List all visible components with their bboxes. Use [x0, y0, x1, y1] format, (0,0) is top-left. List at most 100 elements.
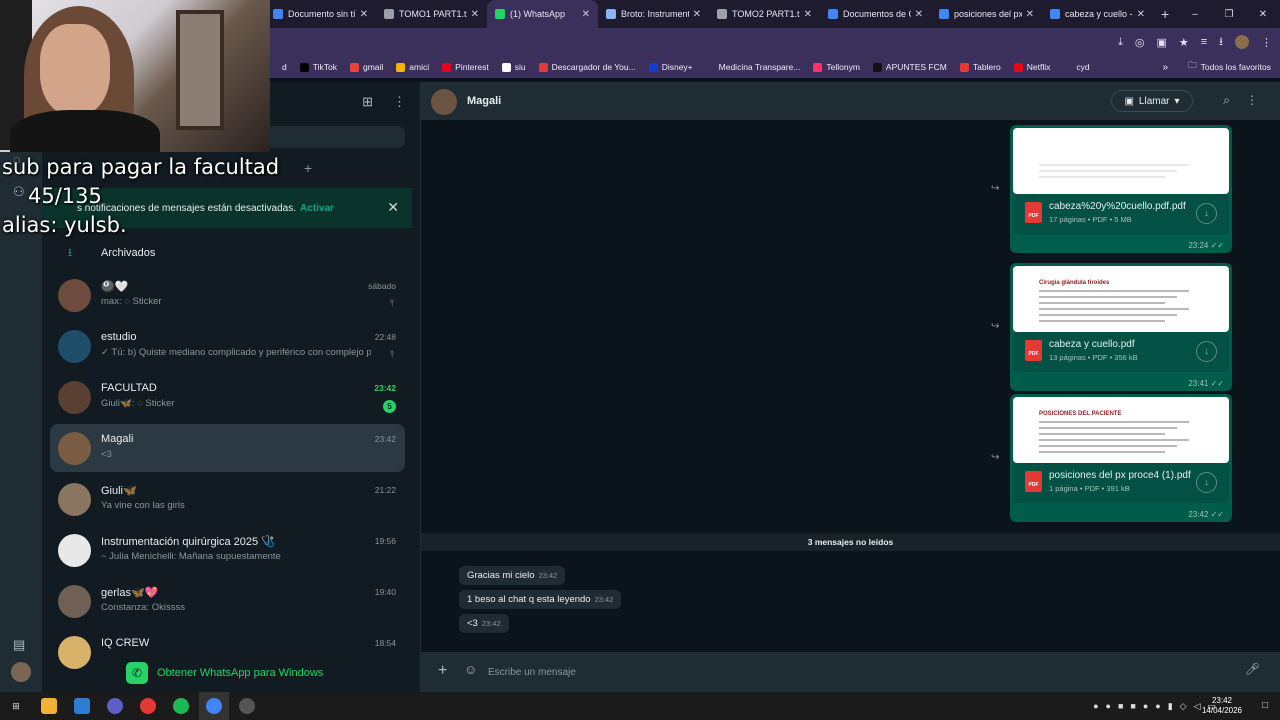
bookmark-item[interactable]: Descargador de You... [538, 62, 636, 72]
bookmark-item[interactable]: siu [501, 62, 526, 72]
download-icon[interactable]: ↓ [1196, 472, 1217, 493]
chrome-icon[interactable] [206, 698, 222, 714]
bookmark-item[interactable]: Tellonym [813, 62, 860, 72]
download-icon[interactable]: ⤓ [1118, 36, 1123, 49]
bookmark-item[interactable]: Medicina Transpare... [705, 62, 800, 72]
browser-tab[interactable]: posiciones del px ✕ [931, 0, 1042, 28]
chat-list-item[interactable]: gerlas🦋💖 Constanza: Okissss 19:40 [50, 577, 405, 625]
discord-tray-icon[interactable]: ■ [1118, 701, 1123, 712]
bookmark-item[interactable]: Disney+ [648, 62, 693, 72]
browser-menu-icon[interactable]: ⋮ [1261, 36, 1272, 49]
chat-list-item[interactable]: estudio ✓ Tú: b) Quiste mediano complicad… [50, 322, 405, 370]
bookmark-item[interactable]: Netflix [1013, 62, 1050, 72]
cast-icon[interactable]: ▣ [1156, 36, 1166, 49]
obs-icon[interactable] [239, 698, 255, 714]
new-chat-icon[interactable]: ⊞ [362, 94, 373, 110]
document-preview[interactable]: Cirugía glándula tiroides [1013, 266, 1229, 332]
chat-list-item[interactable]: 🎱🤍 max: ◌ Sticker sábado ⫯ [50, 271, 405, 319]
browser-tab[interactable]: TOMO1 PART1.tif ✕ [376, 0, 487, 28]
taskbar-clock[interactable]: 23:42 14/04/2026 [1202, 696, 1242, 716]
chat-list-item[interactable]: Instrumentación quirúrgica 2025 🩺 ~ Julia… [50, 526, 405, 574]
incoming-message[interactable]: <3 23:42 [459, 614, 509, 633]
chat-list-item[interactable]: Magali <3 23:42 [50, 424, 405, 472]
forward-icon[interactable]: ↪ [991, 321, 999, 332]
bookmark-item[interactable]: Tablero [959, 62, 1001, 72]
bookmark-item[interactable]: TikTok [299, 62, 337, 72]
document-message[interactable]: PDF cabeza%20y%20cuello.pdf.pdf 17 páginas… [1010, 125, 1232, 253]
browser-tab[interactable]: (1) WhatsApp ✕ [487, 0, 598, 28]
spotify-tray-icon[interactable]: ● [1106, 701, 1111, 712]
browser-tab[interactable]: cabeza y cuello - ✕ [1042, 0, 1153, 28]
discord-icon[interactable] [107, 698, 123, 714]
close-icon[interactable]: ✕ [387, 199, 399, 216]
close-window-icon[interactable]: ✕ [1246, 9, 1280, 20]
browser-tab[interactable]: Documentos de G ✕ [820, 0, 931, 28]
bookmarks-more-button[interactable]: » [1162, 62, 1168, 73]
eye-off-icon[interactable]: ◎ [1135, 36, 1145, 49]
tab-close-icon[interactable]: ✕ [1137, 9, 1145, 20]
browser-tab[interactable]: Documento sin tí ✕ [265, 0, 376, 28]
bookmark-item[interactable]: APUNTES FCM [872, 62, 947, 72]
chat-list-item[interactable]: Giuli🦋 Ya vine con las girls 21:22 [50, 475, 405, 523]
bookmark-item[interactable]: cyd [1063, 62, 1090, 72]
tab-close-icon[interactable]: ✕ [360, 9, 368, 20]
communities-icon[interactable]: ⚇ [13, 184, 25, 200]
download-icon[interactable]: ↓ [1196, 203, 1217, 224]
search-icon[interactable]: ⌕ [1223, 93, 1230, 108]
add-filter-button[interactable]: + [304, 160, 312, 176]
steam-tray-icon[interactable]: ● [1143, 701, 1148, 712]
forward-icon[interactable]: ↪ [991, 452, 999, 463]
archived-row[interactable]: ⭳ Archivados [42, 238, 412, 268]
attach-icon[interactable]: + [438, 662, 447, 680]
tab-close-icon[interactable]: ✕ [915, 9, 923, 20]
document-message[interactable]: POSICIONES DEL PACIENTE PDF posiciones del… [1010, 394, 1232, 522]
whatsapp-tray-icon[interactable]: ● [1093, 701, 1098, 712]
app-red-icon[interactable] [140, 698, 156, 714]
browser-tab[interactable]: TOMO2 PART1.tif ✕ [709, 0, 820, 28]
chat-list-item[interactable]: FACULTAD Giuli🦋: ◌ Sticker 23:42 5 [50, 373, 405, 421]
mic-tray-icon[interactable]: ▮ [1168, 701, 1173, 712]
contact-avatar[interactable] [431, 89, 457, 115]
get-whatsapp-button[interactable]: ✆ Obtener WhatsApp para Windows [126, 662, 323, 684]
file-explorer-icon[interactable] [41, 698, 57, 714]
message-input[interactable] [488, 661, 1228, 683]
microphone-icon[interactable]: 🎤︎ [1245, 662, 1260, 676]
new-tab-button[interactable]: + [1161, 6, 1169, 22]
tab-close-icon[interactable]: ✕ [471, 9, 479, 20]
bookmark-item[interactable]: amici [396, 62, 429, 72]
media-control-icon[interactable]: ≡ [1201, 36, 1207, 48]
bookmark-item[interactable]: d [269, 62, 287, 72]
download-icon[interactable]: ↓ [1196, 341, 1217, 362]
profile-avatar[interactable] [1235, 35, 1249, 49]
incoming-message[interactable]: Gracias mi cielo 23:42 [459, 566, 566, 585]
store-icon[interactable] [74, 698, 90, 714]
sidebar-menu-icon[interactable]: ⋮ [393, 94, 406, 110]
chrome-tray-icon[interactable]: ● [1155, 701, 1160, 712]
media-icon[interactable]: ▤ [13, 637, 25, 653]
wifi-icon[interactable]: ◇ [1180, 701, 1187, 712]
tab-close-icon[interactable]: ✕ [1026, 9, 1034, 20]
volume-icon[interactable]: ◁ [1194, 701, 1201, 712]
incoming-message[interactable]: 1 beso al chat q esta leyendo 23:42 [459, 590, 622, 609]
document-preview[interactable]: POSICIONES DEL PACIENTE [1013, 397, 1229, 463]
forward-icon[interactable]: ↪ [991, 183, 999, 194]
tab-close-icon[interactable]: ✕ [582, 9, 590, 20]
bookmark-item[interactable]: Pinterest [442, 62, 489, 72]
start-icon[interactable]: ⊞ [8, 698, 24, 714]
minimize-icon[interactable]: – [1178, 9, 1212, 20]
document-message[interactable]: Cirugía glándula tiroides PDF cabeza y cue… [1010, 263, 1232, 391]
user-avatar[interactable] [11, 662, 31, 682]
chat-menu-icon[interactable]: ⋮ [1246, 93, 1258, 107]
notification-center-icon[interactable]: □ [1262, 700, 1268, 711]
bookmark-item[interactable]: gmail [349, 62, 383, 72]
emoji-icon[interactable]: ☺ [464, 662, 477, 677]
bookmark-star-icon[interactable]: ★ [1179, 36, 1189, 49]
restore-icon[interactable]: ❐ [1212, 9, 1246, 20]
call-button[interactable]: ▣ Llamar ▾ [1111, 90, 1193, 112]
activate-link[interactable]: Activar [300, 203, 334, 214]
browser-tab[interactable]: Broto: Instrument ✕ [598, 0, 709, 28]
downloads-icon[interactable]: ⭳ [1219, 33, 1223, 52]
tray-icon-red[interactable]: ■ [1130, 701, 1135, 712]
spotify-icon[interactable] [173, 698, 189, 714]
tab-close-icon[interactable]: ✕ [693, 9, 701, 20]
